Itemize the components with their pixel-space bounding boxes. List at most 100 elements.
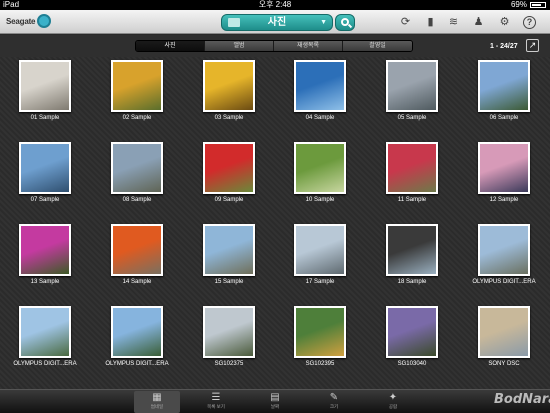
photo-thumbnail[interactable] [111,60,163,112]
photo-image [388,308,436,356]
grid-icon: ▦ [152,392,162,403]
tab-thumbnails[interactable]: ▦ 썸네일 [134,391,180,413]
photo-image [296,62,344,110]
photo-caption: OLYMPUS DIGIT...ERA [472,279,536,285]
seagate-logo-icon [37,14,52,28]
photo-image [113,62,161,110]
photo-image [480,308,528,356]
battery-percent: 69% [510,0,527,9]
photo-image [388,62,436,110]
share-icon[interactable]: ↗ [526,39,539,52]
photo-thumbnail[interactable] [386,142,438,194]
photo-image [205,144,253,192]
status-bar: iPad 오후 2:48 69% [0,0,550,10]
users-icon[interactable]: ♟ [472,16,485,29]
photo-image [21,308,69,356]
photo-caption: 17 Sample [305,279,335,285]
wifi-icon[interactable]: ≋ [447,16,460,29]
photo-caption: 05 Sample [397,115,427,121]
photo-image [480,62,528,110]
app-header: Seagate 사진 ▼ ⟳ ▮ ≋ ♟ ⚙ ? [0,10,550,34]
photo-caption: 14 Sample [122,279,152,285]
photo-caption: 12 Sample [489,197,519,203]
photo-thumbnail[interactable] [19,224,71,276]
photo-thumbnail[interactable] [203,60,255,112]
status-time: 오후 2:48 [258,0,292,9]
seagate-logo: Seagate [6,14,52,28]
segment-playlists[interactable]: 재생목록 [274,41,343,51]
segment-photos[interactable]: 사진 [136,41,205,51]
photo-caption: 15 Sample [214,279,244,285]
chevron-down-icon: ▼ [320,19,327,26]
device-icon[interactable]: ▮ [424,16,437,29]
photo-thumbnail[interactable] [478,224,530,276]
photo-caption: 01 Sample [30,115,60,121]
photo-thumbnail[interactable] [203,142,255,194]
photo-image [113,226,161,274]
photo-caption: SG103040 [397,361,427,367]
battery-icon [530,2,546,8]
photo-thumbnail[interactable] [19,306,71,358]
tab-date[interactable]: ▤ 날짜 [252,391,298,413]
photo-caption: 13 Sample [30,279,60,285]
photo-thumbnail[interactable] [19,142,71,194]
gear-icon[interactable]: ⚙ [498,16,511,29]
tab-size[interactable]: ✎ 크기 [311,391,357,413]
watermark-logo: BodNara [494,392,550,407]
photo-caption: 08 Sample [122,197,152,203]
photo-caption: 04 Sample [305,115,335,121]
bottom-tab-bar: ▦ 썸네일 ☰ 목록 보기 ▤ 날짜 ✎ 크기 ✦ 공람 [0,389,550,413]
photo-image [21,144,69,192]
folder-icon [228,18,240,27]
photo-caption: SG102395 [305,361,335,367]
photo-thumbnail[interactable] [294,306,346,358]
photo-grid: 01 Sample 02 Sample 03 Sample 04 Sample 05 S… [0,57,550,389]
page-title: 사진 [267,17,287,28]
photo-caption: 03 Sample [214,115,244,121]
search-button[interactable] [335,14,355,31]
photo-thumbnail[interactable] [478,142,530,194]
photo-image [205,226,253,274]
photo-caption: 07 Sample [30,197,60,203]
photo-image [388,144,436,192]
photo-thumbnail[interactable] [111,142,163,194]
photo-thumbnail[interactable] [294,142,346,194]
segment-date-taken[interactable]: 촬영일 [343,41,412,51]
photo-image [296,226,344,274]
star-icon: ✦ [388,392,398,403]
page-counter: 1 - 24/27 [490,43,518,50]
photo-image [388,226,436,274]
photo-thumbnail[interactable] [203,224,255,276]
photo-thumbnail[interactable] [386,306,438,358]
photo-thumbnail[interactable] [294,60,346,112]
list-icon: ☰ [211,392,221,403]
photo-image [21,62,69,110]
photo-thumbnail[interactable] [111,306,163,358]
photo-image [480,144,528,192]
photo-thumbnail[interactable] [386,60,438,112]
filter-bar: 사진 앨범 재생목록 촬영일 1 - 24/27 ↗ [0,35,550,57]
segment-albums[interactable]: 앨범 [205,41,274,51]
photo-image [113,308,161,356]
photo-caption: SG102375 [214,361,244,367]
photo-thumbnail[interactable] [478,60,530,112]
photo-thumbnail[interactable] [478,306,530,358]
photo-caption: OLYMPUS DIGIT...ERA [105,361,169,367]
photo-thumbnail[interactable] [19,60,71,112]
photo-thumbnail[interactable] [294,224,346,276]
photo-image [296,144,344,192]
tab-shared[interactable]: ✦ 공람 [370,391,416,413]
photo-thumbnail[interactable] [386,224,438,276]
photo-image [21,226,69,274]
segmented-control: 사진 앨범 재생목록 촬영일 [135,40,413,52]
library-selector[interactable]: 사진 ▼ [221,14,333,31]
photo-thumbnail[interactable] [111,224,163,276]
help-icon[interactable]: ? [523,16,536,29]
tab-list-view[interactable]: ☰ 목록 보기 [193,391,239,413]
photo-image [113,144,161,192]
photo-caption: SONY DSC [488,361,520,367]
photo-caption: 10 Sample [305,197,335,203]
photo-caption: 11 Sample [397,197,427,203]
photo-thumbnail[interactable] [203,306,255,358]
refresh-icon[interactable]: ⟳ [399,16,412,29]
